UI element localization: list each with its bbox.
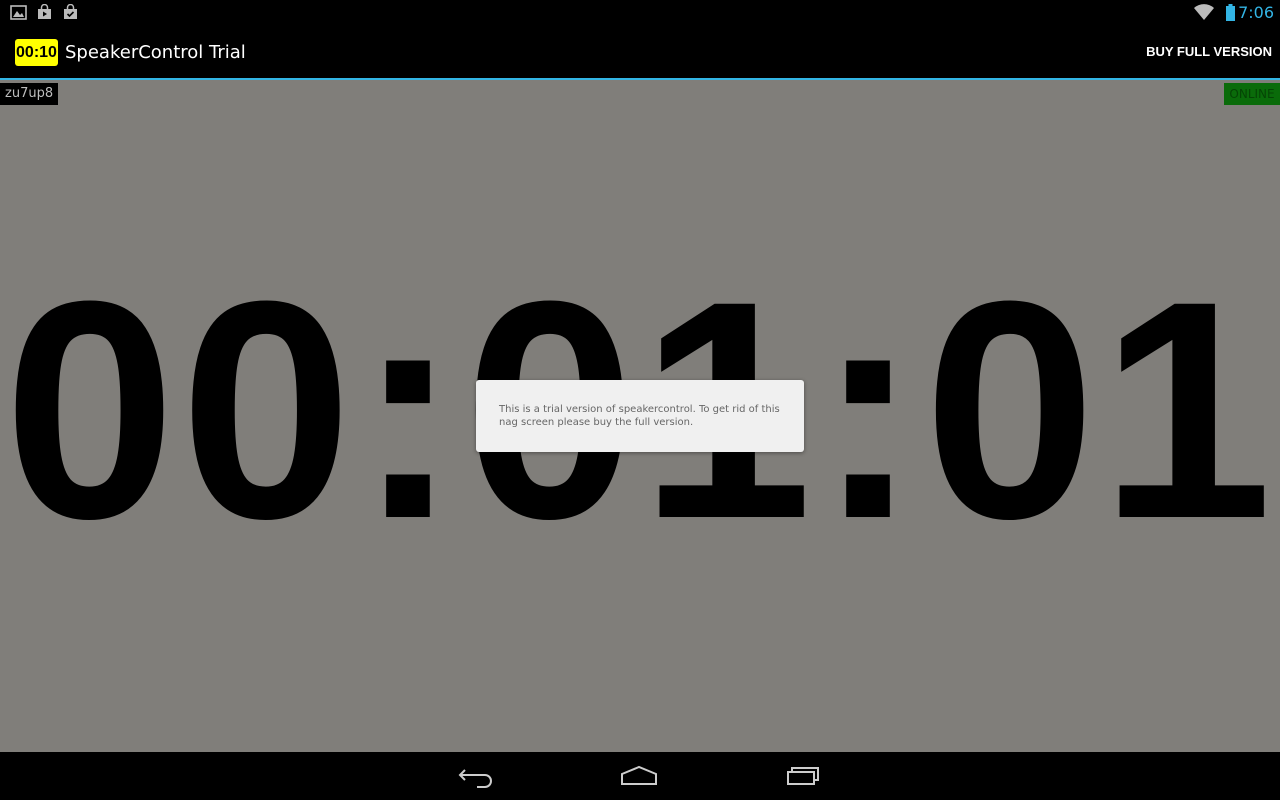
- trial-nag-dialog[interactable]: This is a trial version of speakercontro…: [476, 380, 804, 452]
- action-bar: 00:10 SpeakerControl Trial BUY FULL VERS…: [0, 25, 1280, 80]
- connection-status-badge: ONLINE: [1224, 83, 1280, 105]
- battery-icon: [1225, 4, 1236, 21]
- play-store-icon: [36, 3, 53, 21]
- wifi-icon: [1193, 4, 1215, 21]
- status-time: 7:06: [1238, 3, 1274, 22]
- shopping-bag-icon: [62, 3, 79, 21]
- navigation-bar: [0, 752, 1280, 800]
- home-icon: [621, 765, 657, 785]
- session-code-label: zu7up8: [0, 83, 59, 105]
- recent-apps-button[interactable]: [770, 760, 834, 792]
- home-button[interactable]: [607, 760, 671, 792]
- recent-apps-icon: [787, 767, 819, 785]
- status-bar: 7:06: [0, 0, 1280, 25]
- dialog-message: This is a trial version of speakercontro…: [499, 404, 780, 428]
- image-icon: [10, 4, 27, 21]
- app-title: SpeakerControl Trial: [65, 42, 246, 63]
- back-button[interactable]: [445, 760, 509, 792]
- back-icon: [458, 769, 492, 788]
- app-icon[interactable]: 00:10: [15, 39, 58, 66]
- buy-full-version-button[interactable]: BUY FULL VERSION: [1132, 25, 1280, 78]
- timer-display-area: zu7up8 ONLINE 00:01:01 This is a trial v…: [0, 80, 1280, 752]
